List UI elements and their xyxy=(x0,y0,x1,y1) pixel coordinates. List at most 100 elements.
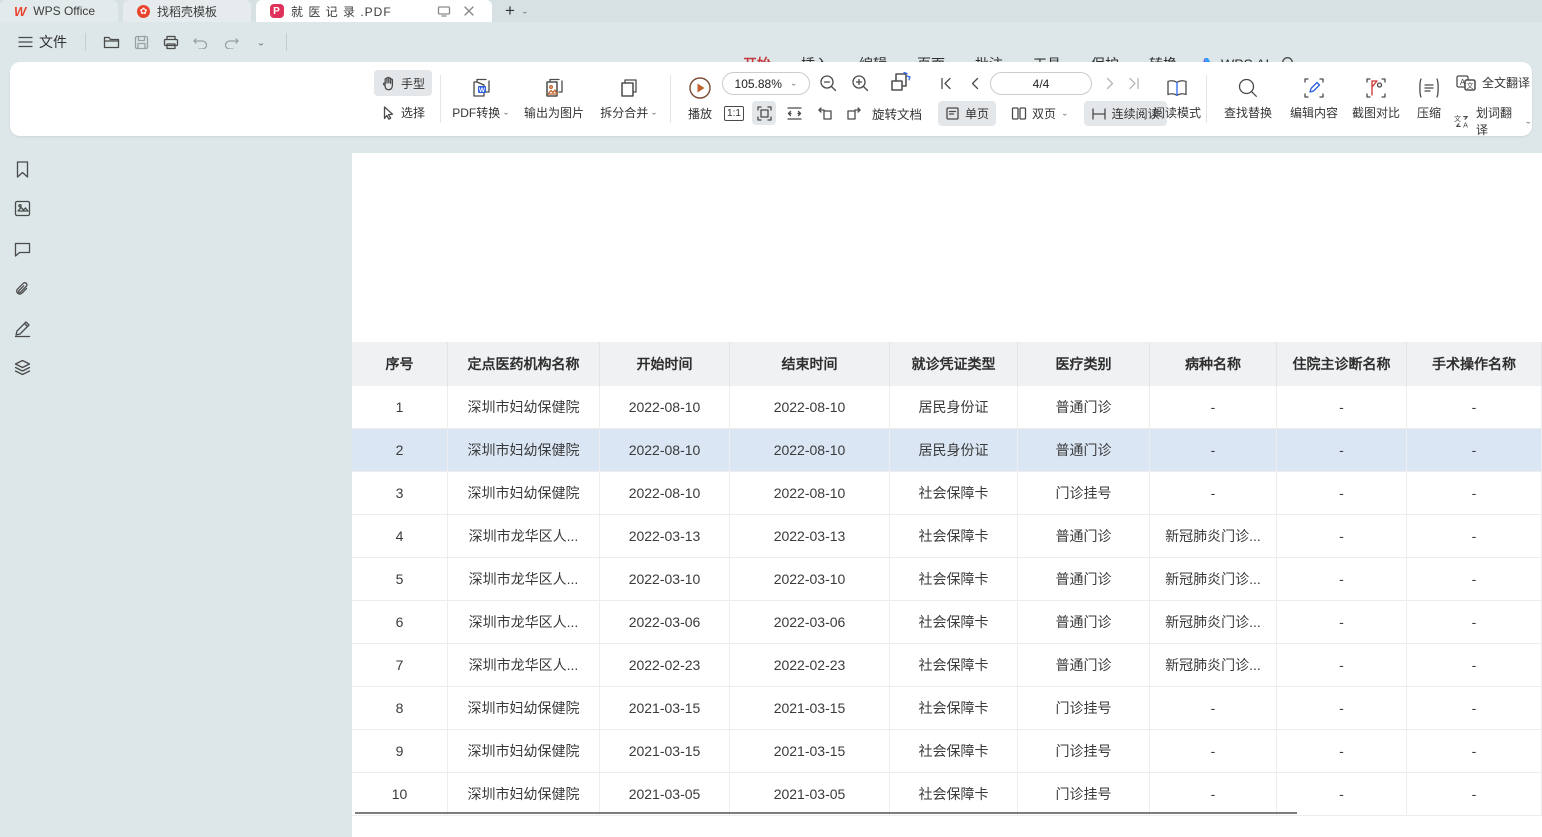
pdf-page: 序号定点医药机构名称开始时间结束时间就诊凭证类型医疗类别病种名称住院主诊断名称手… xyxy=(352,153,1542,837)
read-mode-button[interactable]: 阅读模式 xyxy=(1146,70,1208,128)
zoom-out-button[interactable] xyxy=(816,71,840,95)
export-image-label: 输出为图片 xyxy=(524,104,584,121)
svg-text:W: W xyxy=(479,87,486,94)
table-header-cell: 结束时间 xyxy=(730,342,890,386)
find-replace-button[interactable]: 查找替换 xyxy=(1216,70,1280,128)
divider xyxy=(85,33,86,51)
double-page-label: 双页 xyxy=(1032,105,1056,122)
double-page-button[interactable]: 双页 ⌄ xyxy=(1004,101,1076,126)
word-translate-icon: 文 A xyxy=(1454,113,1470,130)
signature-icon[interactable] xyxy=(13,319,32,338)
chevron-down-icon: ⌄ xyxy=(790,79,798,88)
save-button[interactable] xyxy=(128,30,154,54)
thumbnail-icon[interactable] xyxy=(13,199,32,218)
table-header-cell: 定点医药机构名称 xyxy=(448,342,600,386)
screenshot-compare-button[interactable]: 截图对比 xyxy=(1346,70,1406,128)
close-tab-icon[interactable] xyxy=(460,2,478,20)
full-translate-button[interactable]: A 文 全文翻译 xyxy=(1456,74,1530,91)
svg-text:文: 文 xyxy=(1467,80,1474,89)
table-row[interactable]: 2 深圳市妇幼保健院 2022-08-10 2022-08-10 居民身份证 普… xyxy=(352,429,1542,472)
table-header-cell: 住院主诊断名称 xyxy=(1277,342,1407,386)
table-body: 1 深圳市妇幼保健院 2022-08-10 2022-08-10 居民身份证 普… xyxy=(352,386,1542,816)
rotate-right-button[interactable] xyxy=(842,101,866,125)
actual-size-button[interactable]: 1:1 xyxy=(722,101,746,125)
zoom-level-select[interactable]: 105.88% ⌄ xyxy=(722,72,810,95)
table-row[interactable]: 5 深圳市龙华区人... 2022-03-10 2022-03-10 社会保障卡… xyxy=(352,558,1542,601)
table-row[interactable]: 9 深圳市妇幼保健院 2021-03-15 2021-03-15 社会保障卡 门… xyxy=(352,730,1542,773)
rotate-left-button[interactable] xyxy=(812,101,836,125)
file-menu-label: 文件 xyxy=(39,32,67,52)
rotate-doc-icon[interactable] xyxy=(888,70,912,94)
first-page-button[interactable] xyxy=(934,71,958,95)
table-row[interactable]: 7 深圳市龙华区人... 2022-02-23 2022-02-23 社会保障卡… xyxy=(352,644,1542,687)
export-image-button[interactable]: 输出为图片 xyxy=(518,70,590,128)
tab-docer-templates[interactable]: ✿ 找稻壳模板 xyxy=(123,0,251,22)
single-page-icon xyxy=(945,106,960,121)
play-button[interactable]: 播放 xyxy=(678,70,722,128)
divider xyxy=(670,75,671,123)
tab-label: 找稻壳模板 xyxy=(157,3,217,20)
read-mode-label: 阅读模式 xyxy=(1153,104,1201,121)
table-header-cell: 序号 xyxy=(352,342,448,386)
word-translate-label: 划词翻译 xyxy=(1476,104,1519,138)
single-page-button[interactable]: 单页 xyxy=(938,101,996,126)
divider xyxy=(1206,75,1207,123)
table-header-row: 序号定点医药机构名称开始时间结束时间就诊凭证类型医疗类别病种名称住院主诊断名称手… xyxy=(352,342,1542,386)
fit-page-button[interactable] xyxy=(752,101,776,125)
pdf-convert-icon: W xyxy=(469,77,493,99)
print-button[interactable] xyxy=(158,30,184,54)
table-row[interactable]: 8 深圳市妇幼保健院 2021-03-15 2021-03-15 社会保障卡 门… xyxy=(352,687,1542,730)
present-to-screen-icon[interactable] xyxy=(435,2,453,20)
split-merge-button[interactable]: 拆分合并⌄ xyxy=(594,70,664,128)
last-page-button[interactable] xyxy=(1122,71,1146,95)
comment-icon[interactable] xyxy=(13,240,32,259)
single-page-label: 单页 xyxy=(965,105,989,122)
compress-icon xyxy=(1417,77,1441,99)
screenshot-compare-icon xyxy=(1365,77,1387,99)
table-header-cell: 开始时间 xyxy=(600,342,730,386)
undo-button[interactable] xyxy=(188,30,214,54)
table-row[interactable]: 3 深圳市妇幼保健院 2022-08-10 2022-08-10 社会保障卡 门… xyxy=(352,472,1542,515)
open-file-button[interactable] xyxy=(98,30,124,54)
tab-wps-office[interactable]: W WPS Office xyxy=(0,0,118,22)
divider xyxy=(440,75,441,123)
new-tab-button[interactable]: + xyxy=(505,1,515,21)
file-menu-button[interactable]: 文件 xyxy=(12,28,73,56)
export-image-icon xyxy=(542,77,566,99)
table-row[interactable]: 10 深圳市妇幼保健院 2021-03-05 2021-03-05 社会保障卡 … xyxy=(352,773,1542,816)
table-row[interactable]: 6 深圳市龙华区人... 2022-03-06 2022-03-06 社会保障卡… xyxy=(352,601,1542,644)
rotate-doc-label: 旋转文档 xyxy=(872,104,922,123)
redo-button[interactable] xyxy=(218,30,244,54)
table-row[interactable]: 4 深圳市龙华区人... 2022-03-13 2022-03-13 社会保障卡… xyxy=(352,515,1542,558)
select-tool-button[interactable]: 选择 xyxy=(374,99,432,125)
divider xyxy=(286,33,287,51)
tab-pdf-document[interactable]: P 就 医 记 录 .PDF xyxy=(256,0,492,22)
page-indicator-value: 4/4 xyxy=(1033,77,1050,91)
pdf-file-icon: P xyxy=(270,4,284,18)
table-header-cell: 就诊凭证类型 xyxy=(890,342,1018,386)
select-tool-label: 选择 xyxy=(401,104,425,121)
hand-tool-button[interactable]: 手型 xyxy=(374,70,432,96)
zoom-in-button[interactable] xyxy=(848,71,872,95)
menu-bar: 文件 ⌄ 开始插入编辑页面批注工具保护转换 WPS AI xyxy=(0,22,1542,62)
cursor-icon xyxy=(381,105,396,120)
full-translate-icon: A 文 xyxy=(1456,75,1476,91)
bookmark-icon[interactable] xyxy=(13,160,32,179)
pdf-convert-button[interactable]: W PDF转换⌄ xyxy=(448,70,514,128)
attachment-icon[interactable] xyxy=(13,280,32,299)
zoom-level-value: 105.88% xyxy=(735,77,782,91)
next-page-button[interactable] xyxy=(1098,71,1122,95)
previous-page-button[interactable] xyxy=(962,71,986,95)
table-header-cell: 手术操作名称 xyxy=(1407,342,1542,386)
chevron-down-icon: ⌄ xyxy=(502,108,510,117)
chevron-down-icon: ⌄ xyxy=(1524,117,1532,126)
page-indicator-input[interactable]: 4/4 xyxy=(990,72,1092,95)
quick-access-chevron-icon[interactable]: ⌄ xyxy=(248,30,274,54)
table-row[interactable]: 1 深圳市妇幼保健院 2022-08-10 2022-08-10 居民身份证 普… xyxy=(352,386,1542,429)
edit-content-button[interactable]: 编辑内容 xyxy=(1284,70,1344,128)
compress-button[interactable]: 压缩 xyxy=(1408,70,1450,128)
layers-icon[interactable] xyxy=(13,358,32,377)
tab-list-chevron-icon[interactable]: ⌄ xyxy=(521,7,529,16)
fit-width-button[interactable] xyxy=(782,101,806,125)
word-translate-button[interactable]: 文 A 划词翻译 ⌄ xyxy=(1454,104,1532,138)
